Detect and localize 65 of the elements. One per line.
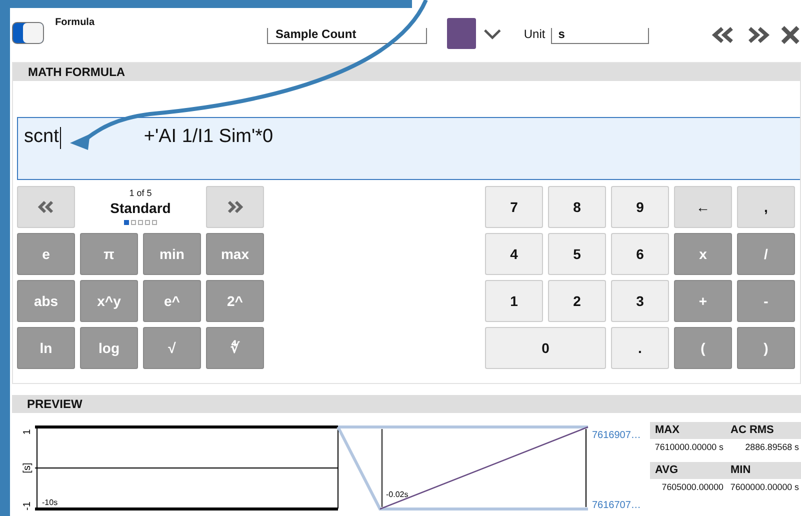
function-key[interactable]: min [143, 233, 201, 275]
keypad-key[interactable]: 3 [611, 280, 669, 322]
keypad-key[interactable]: x [674, 233, 732, 275]
stat-label: MAX [654, 423, 680, 438]
time-label: -0.02s [386, 490, 408, 499]
function-key[interactable]: e [17, 233, 75, 275]
stat-label: AC RMS [730, 423, 775, 438]
keypad-key[interactable]: + [674, 280, 732, 322]
keypad-key[interactable]: - [737, 280, 795, 322]
time-label: -10s [42, 498, 58, 507]
function-key[interactable]: e^ [143, 280, 201, 322]
keypad-key[interactable]: 5 [548, 233, 606, 275]
keypad-key[interactable]: 0 [485, 327, 606, 369]
function-key[interactable]: x^y [80, 280, 138, 322]
section-header: MATH FORMULA [13, 63, 800, 81]
stat-value: 7600000.00000 s [729, 481, 800, 494]
double-right-icon [226, 200, 244, 214]
chevron-down-icon[interactable] [483, 28, 502, 40]
keypad-key[interactable]: 6 [611, 233, 669, 275]
axis-label: -1 [22, 502, 33, 510]
keypad-key[interactable]: . [611, 327, 669, 369]
double-left-icon [37, 200, 55, 214]
function-key[interactable]: abs [17, 280, 75, 322]
keypad-key[interactable]: 4 [485, 233, 543, 275]
function-key[interactable]: ∜ [206, 327, 264, 369]
name-field[interactable]: Sample Count [266, 28, 427, 44]
section-header: PREVIEW [12, 395, 801, 413]
keypad-key[interactable]: 9 [611, 186, 669, 228]
color-swatch[interactable] [446, 18, 476, 49]
axis-unit: [s] [22, 462, 33, 474]
stat-label: MIN [730, 463, 752, 478]
keypad-key[interactable]: 7 [485, 186, 543, 228]
keypad-key[interactable]: / [737, 233, 795, 275]
range-label: 7616707… [592, 500, 641, 511]
stat-value: 2886.89568 s [744, 441, 800, 454]
previous-page-button[interactable] [17, 186, 75, 228]
page-title: Standard [110, 200, 171, 216]
formula-toggle[interactable] [12, 22, 44, 44]
formula-field[interactable]: scnt +'AI 1/I1 Sim'*0 [17, 117, 800, 180]
next-page-button[interactable] [206, 186, 264, 228]
stat-value: 7605000.00000 [660, 481, 724, 494]
unit-label: Unit [524, 27, 546, 41]
stat-value: 7610000.00000 s [654, 441, 724, 454]
range-label: 7616907… [592, 430, 641, 441]
keypad-key[interactable]: ) [737, 327, 795, 369]
close-icon[interactable] [780, 25, 801, 45]
unit-field[interactable]: s [551, 28, 650, 44]
keypad-key[interactable]: 8 [548, 186, 606, 228]
function-key[interactable]: 2^ [206, 280, 264, 322]
stat-label: AVG [654, 463, 680, 478]
double-right-icon[interactable] [746, 25, 770, 45]
axis-label: 1 [22, 429, 33, 435]
function-key[interactable]: log [80, 327, 138, 369]
function-key[interactable]: √ [143, 327, 201, 369]
keypad-key[interactable]: 2 [548, 280, 606, 322]
function-key[interactable]: max [206, 233, 264, 275]
keypad-key[interactable]: 1 [485, 280, 543, 322]
keypad-key[interactable]: ( [674, 327, 732, 369]
keypad-key[interactable]: ← [674, 186, 732, 228]
toggle-label: Formula [55, 17, 95, 28]
page-indicator: 1 of 5 [129, 188, 152, 198]
double-left-icon[interactable] [711, 25, 736, 45]
function-key[interactable]: π [80, 233, 138, 275]
function-key[interactable]: ln [17, 327, 75, 369]
keypad-key[interactable]: , [737, 186, 795, 228]
